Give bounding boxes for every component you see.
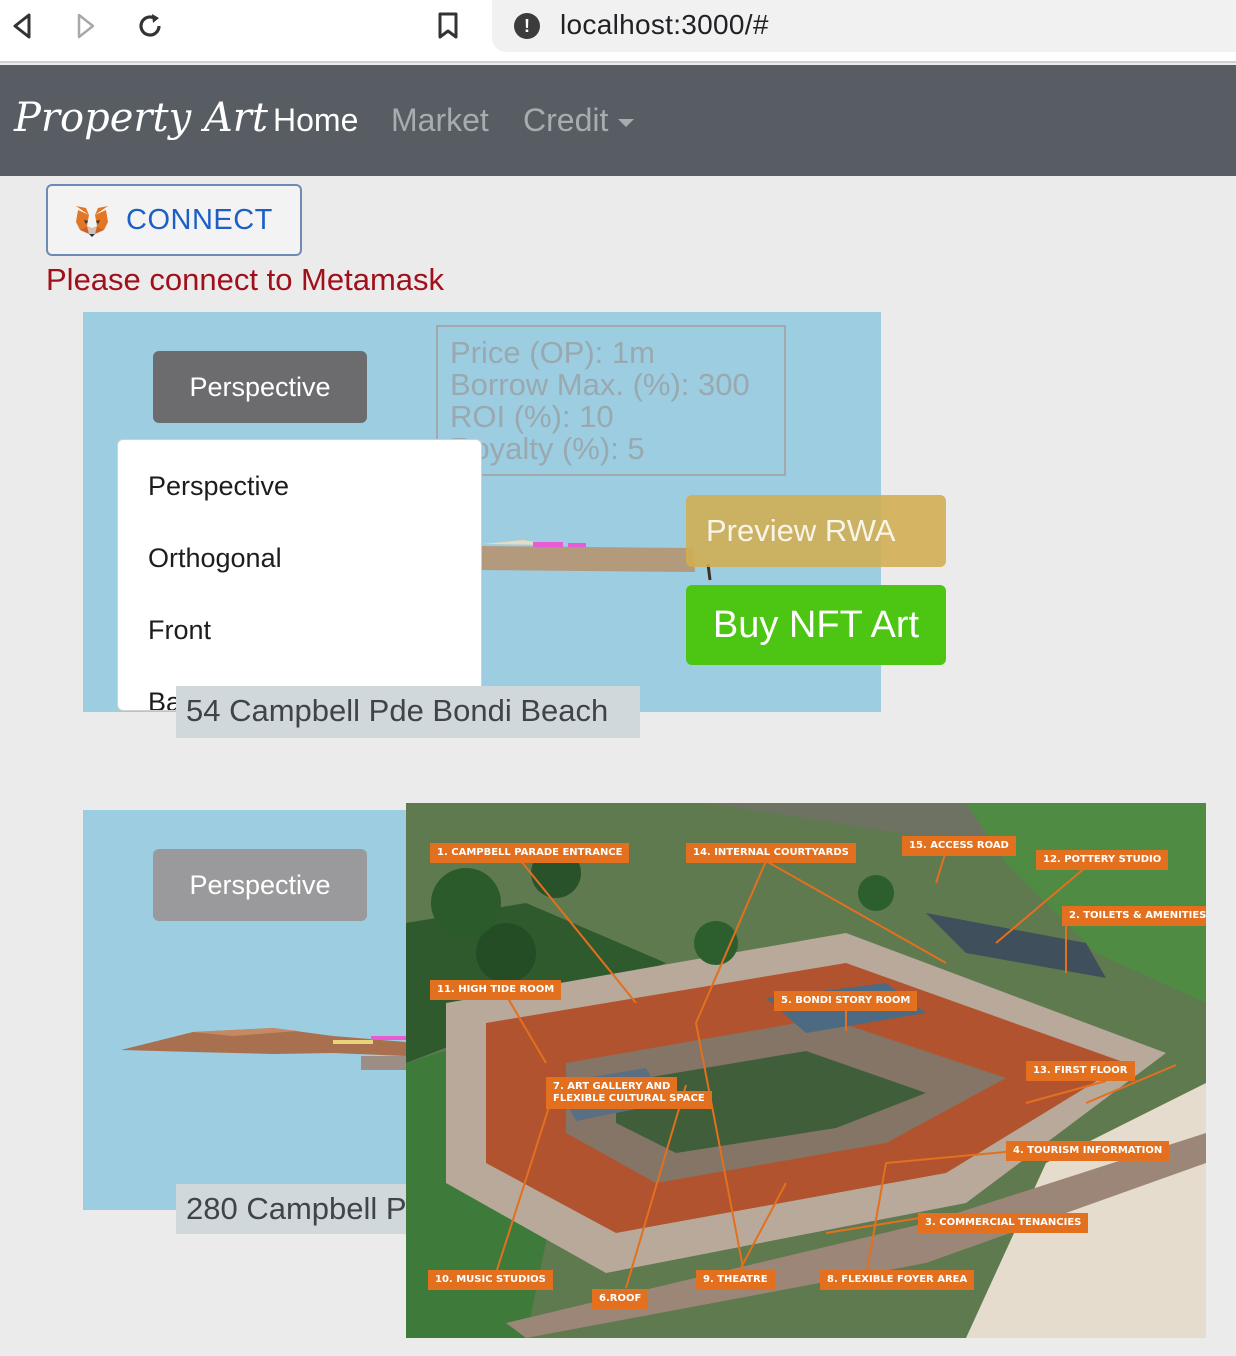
property-address-2: 280 Campbell P [176, 1184, 416, 1234]
dropdown-item-perspective[interactable]: Perspective [148, 471, 289, 502]
bondi-pavilion-aerial-photo[interactable]: 1. CAMPBELL PARADE ENTRANCE 14. INTERNAL… [406, 803, 1206, 1338]
property-info-box: Price (OP): 1m Borrow Max. (%): 300 ROI … [436, 325, 786, 476]
photo-label: 15. ACCESS ROAD [902, 836, 1016, 856]
buy-nft-art-button[interactable]: Buy NFT Art [686, 585, 946, 665]
nav-link-market[interactable]: Market [391, 102, 489, 139]
back-arrow-icon[interactable] [4, 8, 40, 44]
roi-text: ROI (%): 10 [450, 399, 614, 434]
nav-link-home[interactable]: Home [273, 102, 358, 139]
photo-label: 12. POTTERY STUDIO [1036, 850, 1169, 870]
dropdown-item-front[interactable]: Front [148, 615, 211, 646]
photo-label: 6.ROOF [592, 1289, 649, 1309]
app-navbar: Property Art Home Market Credit [0, 65, 1236, 176]
dropdown-item-orthogonal[interactable]: Orthogonal [148, 543, 282, 574]
borrow-text: Borrow Max. (%): 300 [450, 367, 750, 402]
bookmark-icon[interactable] [430, 8, 466, 44]
property-address: 54 Campbell Pde Bondi Beach [176, 686, 640, 738]
photo-label: 10. MUSIC STUDIOS [428, 1270, 553, 1290]
forward-arrow-icon[interactable] [68, 8, 104, 44]
nav-link-credit-label: Credit [523, 102, 609, 138]
photo-label: 2. TOILETS & AMENITIES [1062, 906, 1206, 926]
reload-icon[interactable] [132, 8, 168, 44]
photo-label: 4. TOURISM INFORMATION [1006, 1141, 1170, 1161]
nav-link-credit[interactable]: Credit [523, 102, 635, 139]
price-text: Price (OP): 1m [450, 335, 655, 370]
view-mode-dropdown: Perspective Orthogonal Front Back [117, 439, 482, 711]
photo-label: 9. THEATRE [696, 1270, 775, 1290]
preview-rwa-button[interactable]: Preview RWA [686, 495, 946, 567]
view-mode-button[interactable]: Perspective [153, 351, 367, 423]
connect-button[interactable]: CONNECT [46, 184, 302, 256]
browser-toolbar: ! localhost:3000/# [0, 0, 1236, 63]
photo-label: 11. HIGH TIDE ROOM [430, 980, 562, 1000]
photo-label: FLEXIBLE CULTURAL SPACE [546, 1091, 712, 1109]
photo-label: 8. FLEXIBLE FOYER AREA [820, 1270, 975, 1290]
brand-logo[interactable]: Property Art [14, 95, 268, 141]
connect-warning: Please connect to Metamask [46, 262, 445, 297]
photo-label: 5. BONDI STORY ROOM [774, 991, 918, 1011]
photo-label: 13. FIRST FLOOR [1026, 1061, 1135, 1081]
metamask-fox-icon [76, 206, 108, 237]
royalty-text: Royalty (%): 5 [450, 431, 645, 466]
address-bar[interactable]: ! localhost:3000/# [492, 0, 1236, 52]
photo-label: 1. CAMPBELL PARADE ENTRANCE [430, 843, 630, 863]
caret-down-icon [618, 118, 635, 127]
connect-label: CONNECT [126, 204, 273, 236]
photo-label: 14. INTERNAL COURTYARDS [686, 843, 856, 863]
photo-label: 3. COMMERCIAL TENANCIES [918, 1213, 1089, 1233]
site-info-icon[interactable]: ! [514, 13, 540, 39]
view-mode-button-2[interactable]: Perspective [153, 849, 367, 921]
url-text: localhost:3000/# [560, 9, 769, 40]
